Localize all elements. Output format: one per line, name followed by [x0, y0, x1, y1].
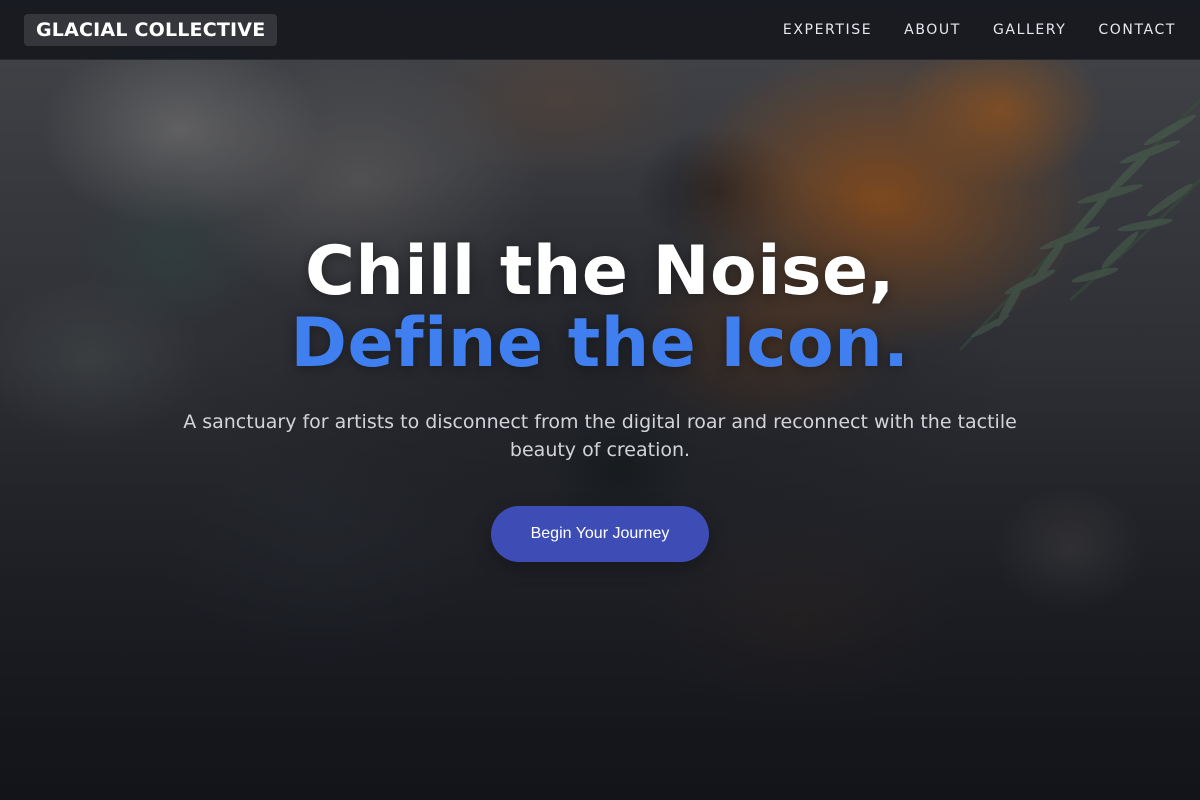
site-logo[interactable]: GLACIAL COLLECTIVE — [24, 14, 278, 46]
nav-link-gallery[interactable]: GALLERY — [993, 22, 1066, 38]
top-navigation-bar: GLACIAL COLLECTIVE EXPERTISE ABOUT GALLE… — [0, 0, 1200, 60]
hero-headline: Chill the Noise, Define the Icon. — [0, 236, 1200, 380]
hero-section: Chill the Noise, Define the Icon. A sanc… — [0, 236, 1200, 562]
nav-link-contact[interactable]: CONTACT — [1098, 22, 1176, 38]
nav-link-about[interactable]: ABOUT — [904, 22, 961, 38]
begin-journey-button[interactable]: Begin Your Journey — [490, 506, 710, 562]
headline-line-2-accent: Define the Icon. — [290, 304, 910, 383]
landing-page: GLACIAL COLLECTIVE EXPERTISE ABOUT GALLE… — [0, 0, 1200, 800]
hero-subtitle: A sanctuary for artists to disconnect fr… — [183, 411, 1017, 461]
main-nav: EXPERTISE ABOUT GALLERY CONTACT — [783, 0, 1176, 60]
nav-link-expertise[interactable]: EXPERTISE — [783, 22, 872, 38]
headline-line-1: Chill the Noise, — [305, 232, 895, 311]
